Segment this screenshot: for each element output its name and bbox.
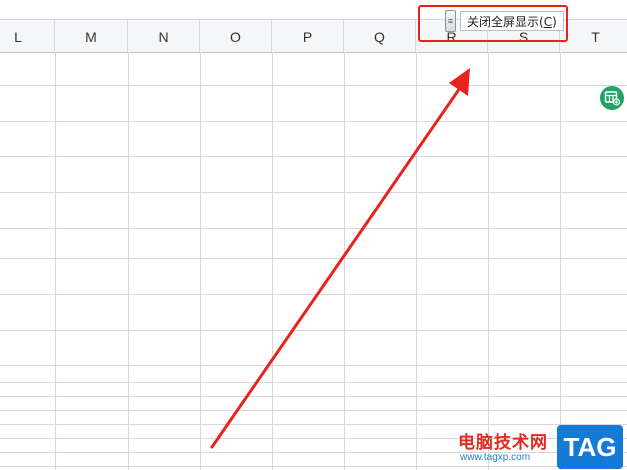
- watermark-logo-badge: TAG: [557, 425, 623, 469]
- annotation-arrow: [210, 68, 470, 449]
- arrow-shaft: [210, 83, 464, 449]
- arrow-head: [449, 68, 470, 96]
- watermark-url: www.tagxp.com: [460, 452, 531, 463]
- watermark-site-name: 电脑技术网: [458, 433, 548, 453]
- site-watermark: 电脑技术网 www.tagxp.com TAG: [455, 425, 627, 470]
